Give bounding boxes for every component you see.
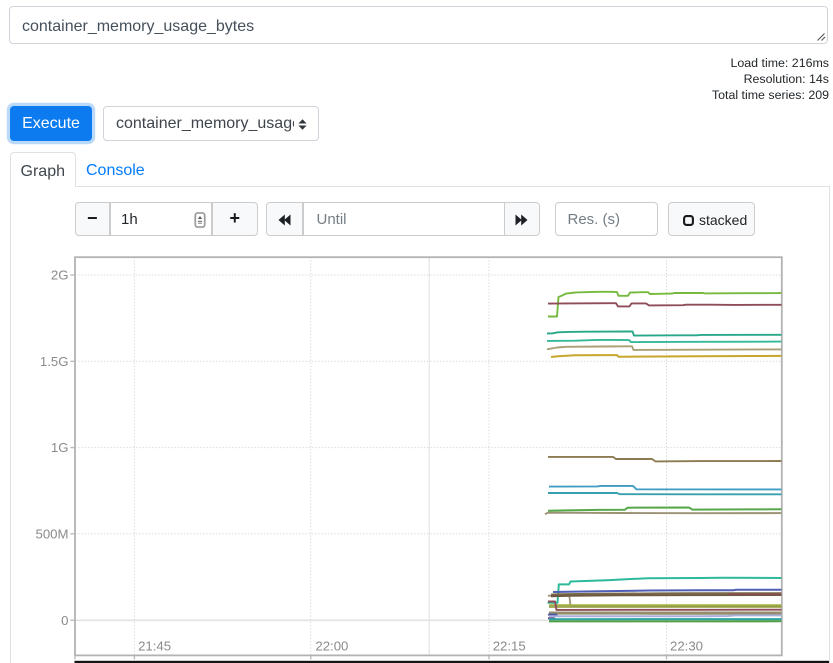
svg-text:22:15: 22:15 [493, 638, 526, 653]
svg-text:1.5G: 1.5G [40, 354, 69, 369]
svg-text:1G: 1G [51, 440, 69, 455]
svg-text:0: 0 [61, 613, 68, 628]
svg-text:500M: 500M [36, 526, 69, 541]
svg-text:22:00: 22:00 [315, 638, 348, 653]
svg-text:21:45: 21:45 [138, 638, 171, 653]
svg-text:2G: 2G [51, 268, 69, 283]
svg-text:22:30: 22:30 [670, 638, 703, 653]
